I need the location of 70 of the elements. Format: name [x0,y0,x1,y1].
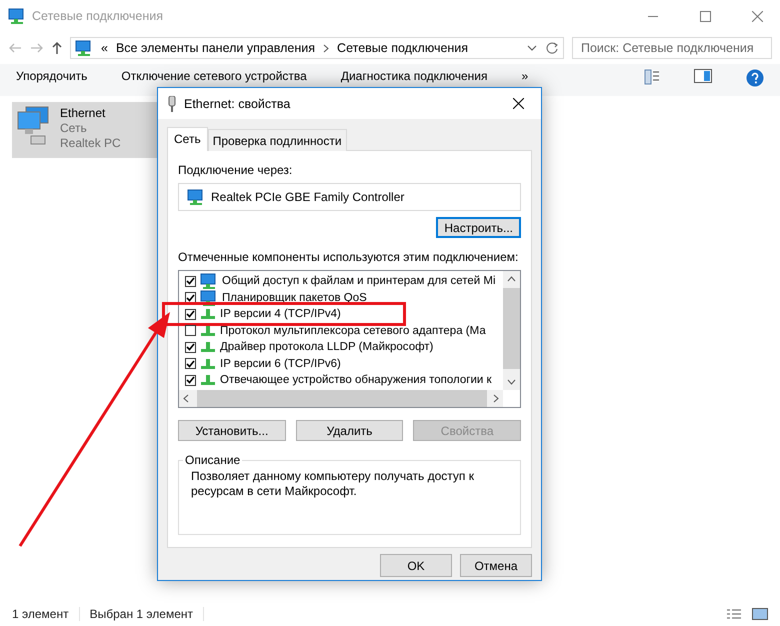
adapter-detail: Сеть [60,121,88,135]
action-button[interactable]: Удалить [296,420,404,441]
component-name[interactable]: Драйвер протокола LLDP (Майкрософт) [220,341,434,354]
scroll-left-icon[interactable] [183,394,189,403]
search-field[interactable]: Поиск: Сетевые подключения [572,37,772,59]
dropdown-icon[interactable] [527,45,537,51]
tab[interactable]: Проверка подлинности [208,129,347,151]
up-arrow-icon[interactable] [52,41,62,55]
component-name[interactable]: IP версии 4 (TCP/IPv4) [220,308,341,320]
component-name[interactable]: Общий доступ к файлам и принтерам для сетей Mi [222,275,496,288]
connect-label: Подключение через: [178,163,294,177]
scroll-up-icon[interactable] [507,276,516,282]
checkbox[interactable] [185,358,196,370]
status-text: 1 элемент [12,607,80,621]
address-bar[interactable]: « Все элементы панели управления Сетевые подключения [70,37,564,59]
status-text: Выбран 1 элемент [90,607,204,621]
network-service-icon [200,273,218,290]
tiles-view-icon[interactable] [752,608,768,620]
description-text: Позволяет данному компьютеру получать доступ к ресурсам в сети Майкрософт. [191,469,475,499]
checkbox[interactable] [185,374,196,386]
configure-button[interactable]: Настроить... [436,217,521,238]
protocol-icon [200,374,216,386]
details-view-icon[interactable] [726,608,742,620]
close-icon[interactable] [512,98,524,109]
network-folder-icon [75,40,93,56]
refresh-icon[interactable] [545,41,559,55]
action-button[interactable]: Установить... [178,420,286,441]
adapter-detail: Realtek PC [60,136,121,150]
scroll-down-icon[interactable] [507,379,516,385]
protocol-icon [200,358,216,370]
checkbox[interactable] [185,325,196,336]
checkbox[interactable] [185,308,196,320]
preview-pane-icon[interactable] [694,69,712,83]
toolbar-item[interactable]: Упорядочить [16,69,88,83]
component-name[interactable]: IP версии 6 (TCP/IPv6) [220,358,341,370]
horizontal-scrollbar[interactable] [179,390,503,407]
dialog-button[interactable]: OK [380,554,452,577]
checkbox[interactable] [185,342,196,353]
adapter-field: Realtek PCIe GBE Family Controller [178,183,521,211]
toolbar-item[interactable]: » [522,69,528,83]
view-icon[interactable] [644,69,660,85]
toolbar-item[interactable]: Отключение сетевого устройства [121,69,307,83]
breadcrumb[interactable]: Сетевые подключения [337,41,468,55]
network-cable-icon [168,96,176,112]
component-name[interactable]: Протокол мультиплексора сетевого адаптера (Ма [220,324,486,337]
checkbox[interactable] [185,276,196,287]
toolbar-item[interactable]: Диагностика подключения [340,69,488,83]
description-title: Описание [184,453,242,467]
protocol-icon [200,341,216,354]
dialog-title: Ethernet: свойства [184,96,292,110]
overflow-chevron[interactable]: « [101,41,108,55]
network-service-icon [200,290,218,306]
window-title: Сетевые подключения [32,9,164,23]
network-adapter-icon [187,189,205,205]
maximize-icon[interactable] [700,10,710,22]
components-label: Отмеченные компоненты используются этим подключением: [178,250,520,264]
network-folder-icon [8,8,26,24]
protocol-icon [200,324,216,337]
scroll-right-icon[interactable] [493,394,499,403]
chevron-icon [323,44,330,52]
component-name[interactable]: Планировщик пакетов QoS [222,292,367,304]
checkbox[interactable] [185,292,196,304]
breadcrumb[interactable]: Все элементы панели управления [116,41,316,55]
protocol-icon [200,308,216,320]
dialog-button[interactable]: Отмена [460,554,532,577]
adapter-name: Ethernet [60,106,106,120]
component-name[interactable]: Отвечающее устройство обнаружения топологии к [220,374,492,386]
vertical-scrollbar[interactable] [503,271,520,390]
help-icon[interactable] [746,69,764,87]
tab[interactable]: Сеть [167,127,208,151]
